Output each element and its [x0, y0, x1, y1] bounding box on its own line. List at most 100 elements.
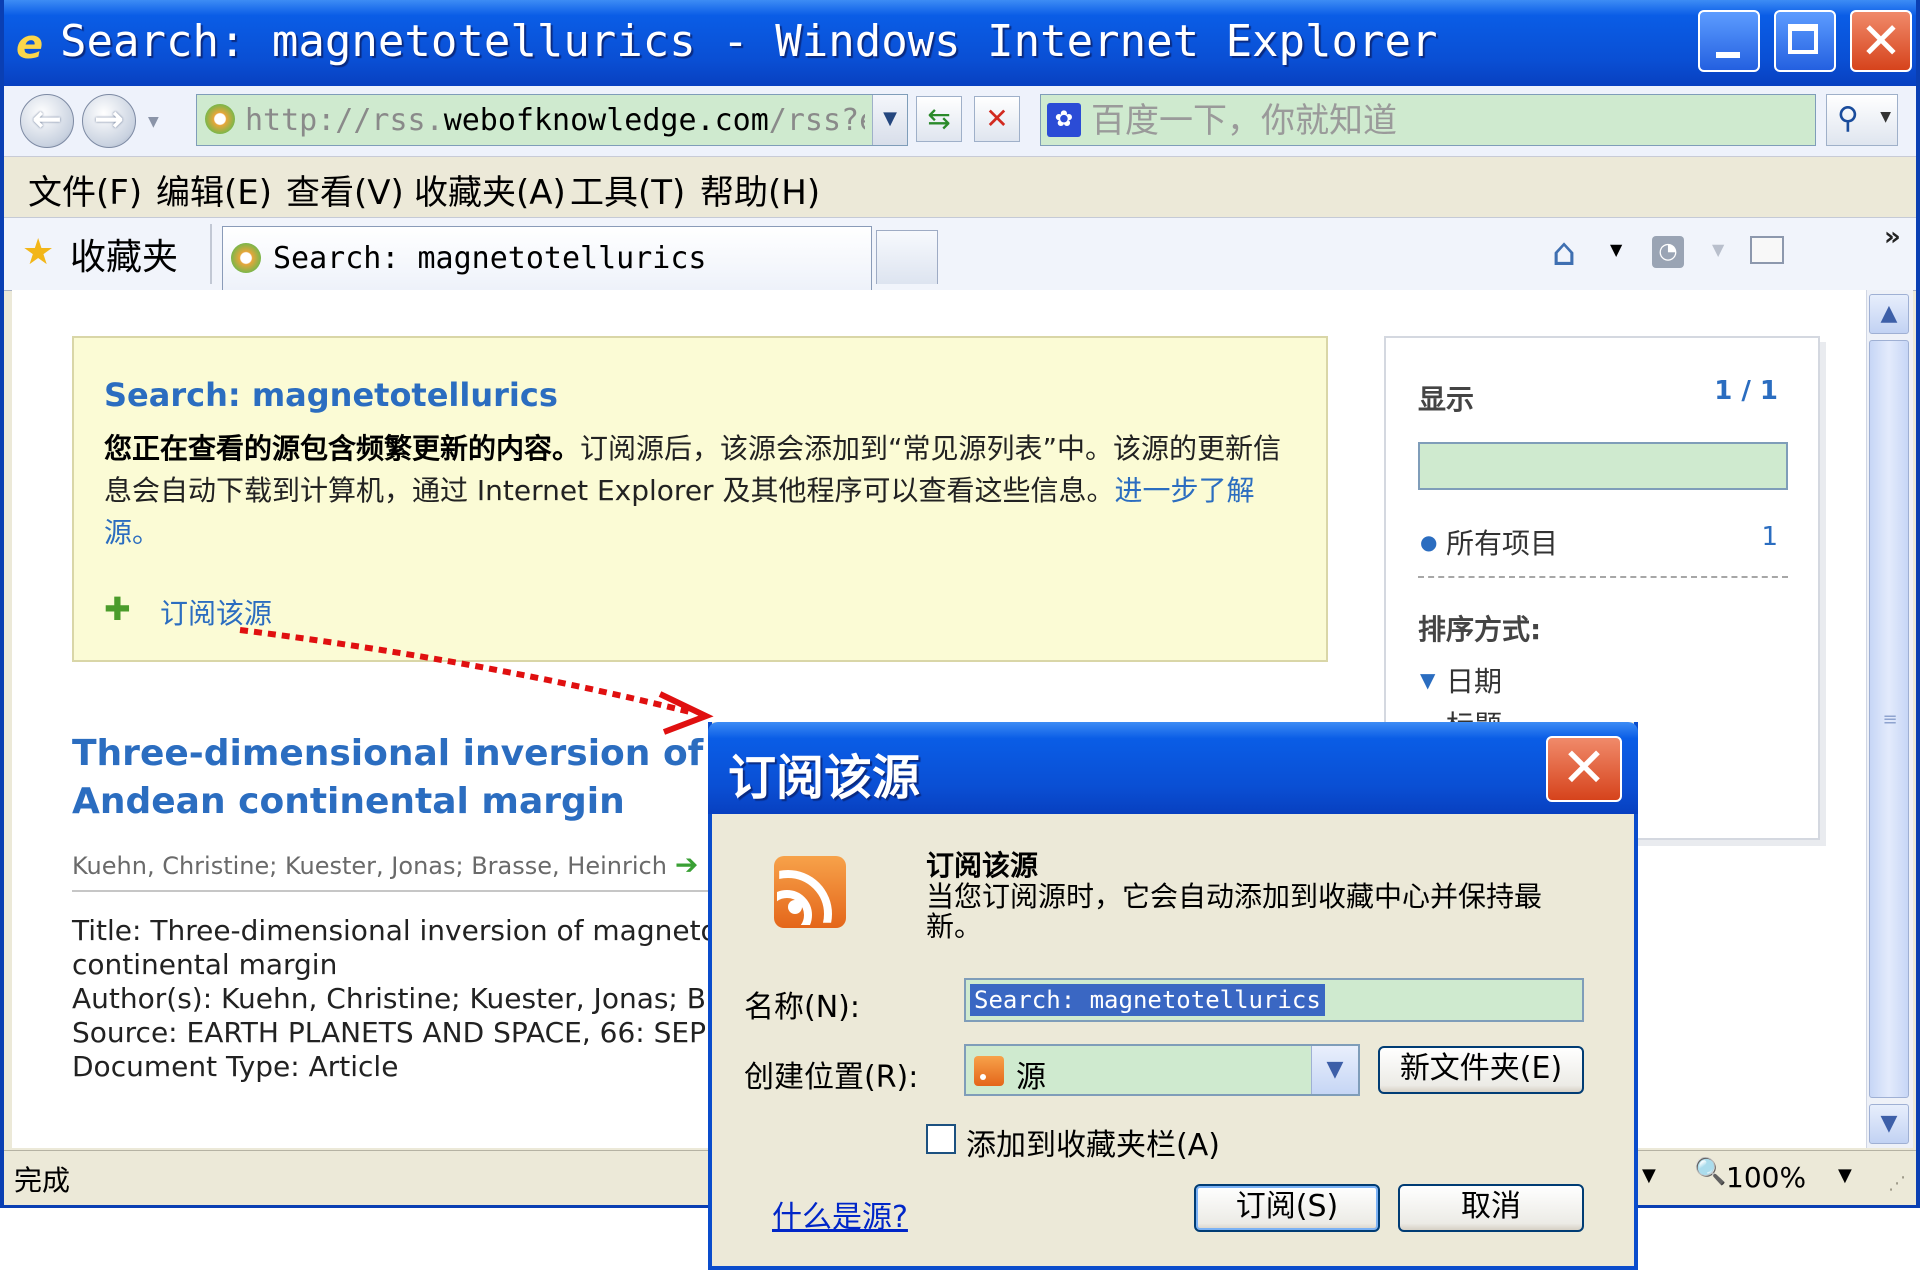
- cancel-button[interactable]: 取消: [1398, 1184, 1584, 1232]
- forward-button[interactable]: →: [82, 94, 136, 148]
- window-title-bar[interactable]: e Search: magnetotellurics - Windows Int…: [4, 0, 1916, 86]
- location-label: 创建位置(R):: [744, 1060, 919, 1095]
- feed-description: 您正在查看的源包含频繁更新的内容。订阅源后，该源会添加到“常见源列表”中。该源的…: [104, 432, 1282, 549]
- favorites-button[interactable]: 收藏夹: [70, 228, 178, 280]
- read-mail-icon[interactable]: [1750, 236, 1784, 264]
- new-tab-button[interactable]: [876, 230, 938, 284]
- what-is-feed-link[interactable]: 什么是源?: [772, 1192, 908, 1236]
- add-favorite-star-icon[interactable]: ✚: [104, 590, 131, 628]
- scroll-down-button[interactable]: ▼: [1869, 1104, 1909, 1144]
- bullet-icon: ●: [1420, 530, 1438, 554]
- close-icon: ✕: [1561, 736, 1607, 799]
- stop-button[interactable]: ✕: [974, 96, 1020, 142]
- menu-help[interactable]: 帮助(H): [700, 165, 820, 214]
- divider: [1418, 576, 1788, 578]
- create-in-select[interactable]: 源 ▼: [964, 1044, 1360, 1096]
- search-input[interactable]: [1089, 95, 1793, 147]
- feed-title: Search: magnetotellurics: [104, 376, 558, 414]
- address-dropdown-icon[interactable]: ▼: [872, 95, 907, 145]
- article-line-doctype: Document Type: Article: [72, 1050, 399, 1083]
- ie-logo-icon: e: [16, 22, 44, 68]
- favorites-star-icon[interactable]: ★: [22, 232, 54, 273]
- sort-descending-icon: ▼: [1420, 668, 1436, 692]
- dialog-heading: 订阅该源: [926, 849, 1039, 882]
- refresh-button[interactable]: ⇆: [916, 96, 962, 142]
- home-dropdown-icon[interactable]: ▼: [1610, 240, 1622, 259]
- search-options-dropdown-icon[interactable]: ▼: [1880, 109, 1891, 125]
- article-line-source: Source: EARTH PLANETS AND SPACE, 66: SEP…: [72, 1016, 733, 1049]
- favorites-bar: ★ 收藏夹 Search: magnetotellurics ⌂ ▼ ◔ ▼ »: [4, 217, 1916, 291]
- zoom-dropdown-icon[interactable]: ▼: [1838, 1165, 1852, 1186]
- sort-by-date-link[interactable]: 日期: [1446, 660, 1502, 700]
- menu-bar: 文件(F) 编辑(E) 查看(V) 收藏夹(A) 工具(T) 帮助(H): [4, 157, 1916, 217]
- status-text: 完成: [14, 1164, 71, 1197]
- chevron-down-icon[interactable]: ▼: [1311, 1046, 1358, 1094]
- resize-grip-icon[interactable]: ⋰: [1888, 1173, 1906, 1194]
- back-arrow-icon: ←: [31, 99, 63, 140]
- zoom-level[interactable]: 100%: [1726, 1161, 1806, 1194]
- scroll-grip-icon: ≡: [1882, 709, 1898, 730]
- menu-file[interactable]: 文件(F): [28, 165, 142, 214]
- dialog-title-bar[interactable]: 订阅该源 ✕: [708, 722, 1638, 814]
- close-icon: ✕: [1860, 12, 1902, 70]
- maximize-button[interactable]: [1774, 10, 1836, 72]
- menu-favorites[interactable]: 收藏夹(A): [414, 165, 566, 214]
- feeds-icon[interactable]: ◔: [1652, 236, 1684, 268]
- add-to-favorites-bar-checkbox[interactable]: [926, 1124, 956, 1154]
- protected-mode-dropdown-icon[interactable]: ▼: [1642, 1165, 1656, 1186]
- back-button[interactable]: ←: [20, 94, 74, 148]
- search-icon: ⚲: [1837, 101, 1859, 136]
- search-button[interactable]: ⚲ ▼: [1826, 94, 1898, 146]
- zoom-icon[interactable]: 🔍: [1694, 1157, 1726, 1187]
- show-count: 1 / 1: [1714, 376, 1778, 406]
- refresh-icon: ⇆: [927, 102, 951, 135]
- more-tools-chevron-icon[interactable]: »: [1884, 222, 1901, 252]
- minimize-button[interactable]: [1698, 10, 1760, 72]
- feed-name-value: Search: magnetotellurics: [970, 984, 1325, 1016]
- search-box: ✿: [1040, 94, 1816, 147]
- scroll-thumb[interactable]: ≡: [1869, 340, 1909, 1098]
- window-title: Search: magnetotellurics - Windows Inter…: [60, 16, 1438, 67]
- all-items-count: 1: [1761, 522, 1778, 552]
- tab-active[interactable]: Search: magnetotellurics: [222, 226, 872, 290]
- dialog-description: 当您订阅源时，它会自动添加到收藏中心并保持最新。: [926, 880, 1543, 943]
- subscribe-button[interactable]: 订阅(S): [1194, 1184, 1380, 1232]
- menu-view[interactable]: 查看(V): [286, 165, 404, 214]
- article-line-authors: Author(s): Kuehn, Christine; Kuester, Jo…: [72, 982, 750, 1015]
- feed-page-icon: [205, 104, 235, 134]
- all-items-link[interactable]: 所有项目: [1446, 522, 1558, 562]
- recent-pages-dropdown-icon[interactable]: ▼: [148, 114, 159, 130]
- menu-edit[interactable]: 编辑(E): [156, 165, 272, 214]
- article-line-title: Title: Three-dimensional inversion of ma…: [72, 914, 746, 947]
- feed-page-icon: [231, 243, 261, 273]
- address-field[interactable]: http://rss.webofknowledge.com/rss?e ▼: [196, 94, 908, 146]
- dialog-close-button[interactable]: ✕: [1546, 736, 1622, 802]
- forward-arrow-icon: →: [93, 99, 125, 140]
- baidu-paw-icon: ✿: [1047, 103, 1081, 137]
- name-label: 名称(N):: [744, 990, 860, 1025]
- scroll-up-button[interactable]: ▲: [1869, 294, 1909, 334]
- sort-label: 排序方式:: [1418, 613, 1542, 646]
- subscribe-dialog: 订阅该源 ✕ 订阅该源 当您订阅源时，它会自动添加到收藏中心并保持最新。 名称(…: [708, 722, 1638, 1270]
- vertical-scrollbar[interactable]: ▲ ≡ ▼: [1866, 290, 1913, 1148]
- address-url[interactable]: http://rss.webofknowledge.com/rss?e: [245, 103, 865, 138]
- close-button[interactable]: ✕: [1850, 10, 1912, 72]
- new-folder-button[interactable]: 新文件夹(E): [1378, 1046, 1584, 1094]
- menu-tools[interactable]: 工具(T): [570, 165, 685, 214]
- tab-title: Search: magnetotellurics: [273, 241, 707, 276]
- home-icon[interactable]: ⌂: [1552, 230, 1576, 274]
- feed-name-field[interactable]: Search: magnetotellurics: [964, 978, 1584, 1022]
- show-label: 显示: [1418, 383, 1475, 416]
- feed-folder-icon: [974, 1056, 1004, 1086]
- go-arrow-icon[interactable]: ➔: [675, 848, 698, 881]
- feeds-dropdown-icon[interactable]: ▼: [1712, 240, 1724, 259]
- add-to-favorites-bar-label[interactable]: 添加到收藏夹栏(A): [966, 1120, 1220, 1164]
- feed-info-box: Search: magnetotellurics 您正在查看的源包含频繁更新的内…: [72, 336, 1328, 662]
- address-toolbar: ← → ▼ http://rss.webofknowledge.com/rss?…: [4, 86, 1916, 157]
- filter-input[interactable]: [1418, 442, 1788, 490]
- article-authors: Kuehn, Christine; Kuester, Jonas; Brasse…: [72, 848, 699, 881]
- article-line-title-cont: continental margin: [72, 948, 338, 981]
- dialog-title: 订阅该源: [728, 750, 921, 806]
- toolbar-separator: [210, 224, 212, 284]
- subscribe-feed-link[interactable]: 订阅该源: [160, 592, 272, 632]
